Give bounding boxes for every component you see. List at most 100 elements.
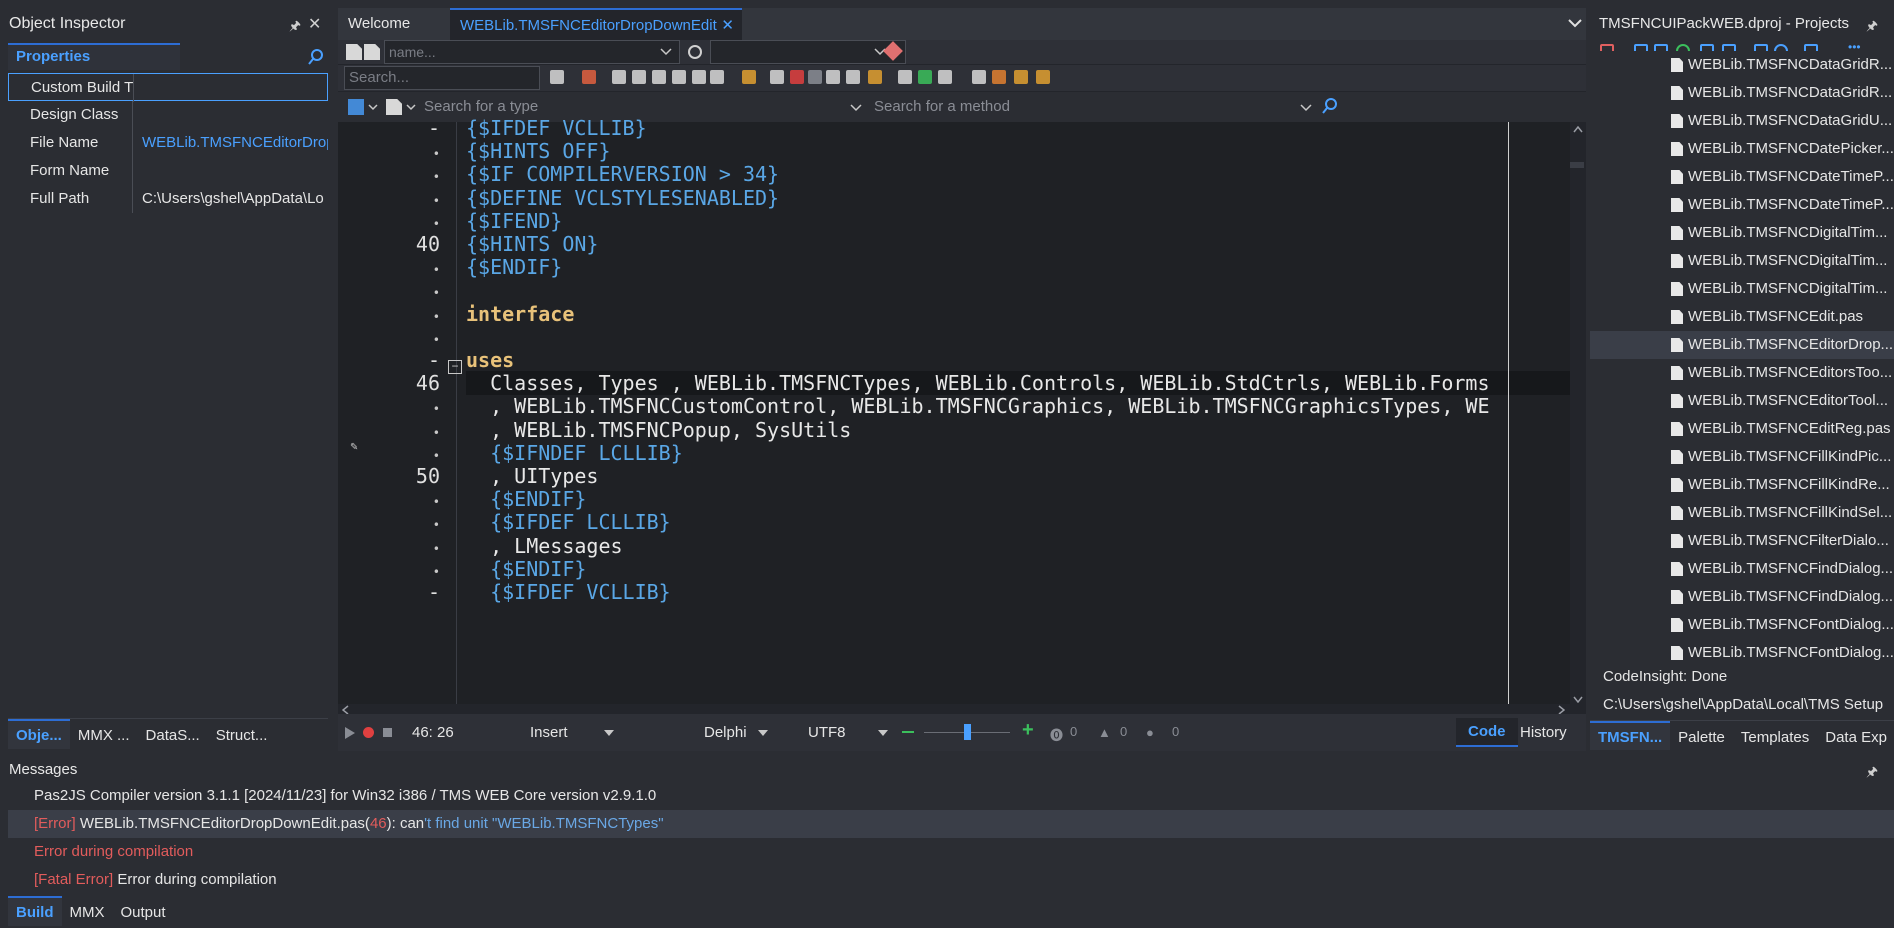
toolbar-button-icon[interactable] <box>652 70 666 84</box>
code-line[interactable]: , WEBLib.TMSFNCPopup, SysUtils <box>466 418 851 442</box>
bottom-tab[interactable]: Templates <box>1733 723 1817 750</box>
code-line[interactable]: {$HINTS ON} <box>466 232 598 256</box>
project-file-item[interactable]: WEBLib.TMSFNCFilterDialo... <box>1590 527 1894 555</box>
code-line[interactable]: {$IFEND} <box>466 209 562 233</box>
chevron-down-icon[interactable] <box>878 730 888 736</box>
project-file-item[interactable]: WEBLib.TMSFNCDateTimeP... <box>1590 191 1894 219</box>
zoom-slider-thumb[interactable] <box>964 724 971 740</box>
code-line[interactable]: {$ENDIF} <box>466 487 586 511</box>
message-line-error[interactable]: [Error] WEBLib.TMSFNCEditorDropDownEdit.… <box>8 810 1894 838</box>
project-file-item[interactable]: WEBLib.TMSFNCEditorsToo... <box>1590 359 1894 387</box>
toolbar-button-icon[interactable] <box>898 70 912 84</box>
toolbar-button-icon[interactable] <box>710 70 724 84</box>
property-row[interactable]: File Name WEBLib.TMSFNCEditorDrop <box>8 129 328 157</box>
toolbar-button-icon[interactable] <box>826 70 840 84</box>
chevron-down-icon[interactable] <box>368 104 378 111</box>
insert-mode[interactable]: Insert <box>530 724 568 741</box>
bottom-tab[interactable]: Data Exp <box>1817 723 1894 750</box>
bottom-tab[interactable]: DataS... <box>138 721 208 751</box>
property-row[interactable]: Custom Build T <box>8 73 328 102</box>
code-line[interactable]: interface <box>466 302 574 326</box>
toolbar-button-icon[interactable] <box>972 70 986 84</box>
toolbar-button-icon[interactable] <box>846 70 860 84</box>
property-row[interactable]: Form Name <box>8 157 328 185</box>
bottom-tab[interactable]: Palette <box>1670 723 1733 750</box>
tab-history[interactable]: History <box>1520 724 1567 741</box>
project-file-item[interactable]: WEBLib.TMSFNCDigitalTim... <box>1590 275 1894 303</box>
tab-welcome-page[interactable]: Welcome Page <box>338 8 450 64</box>
chevron-down-icon[interactable] <box>406 104 416 111</box>
project-file-item[interactable]: WEBLib.TMSFNCFontDialog... <box>1590 611 1894 639</box>
class-view-icon[interactable] <box>348 99 364 115</box>
toolbar-button-icon[interactable] <box>868 70 882 84</box>
toolbar-button-icon[interactable] <box>770 70 784 84</box>
code-line[interactable]: {$ENDIF} <box>466 557 586 581</box>
message-line-fatal[interactable]: [Fatal Error] Error during compilation <box>8 866 1894 894</box>
file-icon[interactable] <box>346 44 362 60</box>
bottom-tab[interactable]: Struct... <box>208 721 276 751</box>
code-line[interactable]: Classes, Types , WEBLib.TMSFNCTypes, WEB… <box>466 371 1572 396</box>
zoom-out-icon[interactable] <box>902 731 914 733</box>
toolbar-button-icon[interactable] <box>938 70 952 84</box>
code-line[interactable]: {$IFDEF LCLLIB} <box>466 510 671 534</box>
message-line[interactable]: Pas2JS Compiler version 3.1.1 [2024/11/2… <box>8 782 1894 810</box>
bottom-tab[interactable]: TMSFN... <box>1590 721 1671 750</box>
tab-properties[interactable]: Properties <box>8 43 180 70</box>
bottom-tab[interactable]: MMX ... <box>70 721 138 751</box>
project-file-item[interactable]: WEBLib.TMSFNCDatePicker... <box>1590 135 1894 163</box>
bookmark-icon[interactable]: ✎ <box>350 442 358 453</box>
horizontal-scrollbar[interactable] <box>338 704 1586 715</box>
chevron-down-icon[interactable] <box>1568 18 1582 28</box>
unit-icon[interactable] <box>386 99 402 115</box>
toolbar-button-icon[interactable] <box>1014 70 1028 84</box>
project-file-item[interactable]: WEBLib.TMSFNCDigitalTim... <box>1590 247 1894 275</box>
property-value[interactable]: WEBLib.TMSFNCEditorDrop <box>142 129 328 157</box>
language-selector[interactable]: Delphi <box>704 724 747 741</box>
toolbar-button-icon[interactable] <box>550 70 564 84</box>
project-file-item[interactable]: WEBLib.TMSFNCFontDialog... <box>1590 639 1894 660</box>
zoom-in-icon[interactable]: + <box>1022 719 1034 742</box>
chevron-down-icon[interactable] <box>660 48 672 56</box>
code-line[interactable]: {$ENDIF} <box>466 255 562 279</box>
project-file-item[interactable]: WEBLib.TMSFNCDataGridU... <box>1590 107 1894 135</box>
code-line[interactable]: , UITypes <box>466 464 598 488</box>
project-file-item[interactable]: WEBLib.TMSFNCDigitalTim... <box>1590 219 1894 247</box>
pin-icon[interactable]: 🖈 <box>289 17 301 39</box>
code-line[interactable]: {$DEFINE VCLSTYLESENABLED} <box>466 186 779 210</box>
project-file-item[interactable]: WEBLib.TMSFNCEditorDrop... <box>1590 331 1894 359</box>
toolbar-button-icon[interactable] <box>742 70 756 84</box>
project-file-item[interactable]: WEBLib.TMSFNCFillKindPic... <box>1590 443 1894 471</box>
chevron-down-icon[interactable] <box>1300 104 1312 112</box>
bottom-tab[interactable]: Obje... <box>8 719 70 749</box>
pin-icon[interactable]: 🖈 <box>1866 17 1878 39</box>
close-tab-icon[interactable]: ✕ <box>721 10 734 42</box>
bottom-tab[interactable]: Output <box>113 898 174 928</box>
project-file-item[interactable]: WEBLib.TMSFNCFindDialog... <box>1590 583 1894 611</box>
toolbar-button-icon[interactable] <box>612 70 626 84</box>
bottom-tab[interactable]: MMX <box>62 898 113 928</box>
file-icon[interactable] <box>364 44 380 60</box>
code-line[interactable]: , WEBLib.TMSFNCCustomControl, WEBLib.TMS… <box>466 394 1489 418</box>
message-line[interactable]: Error during compilation <box>8 838 1894 866</box>
toolbar-button-icon[interactable] <box>992 70 1006 84</box>
toolbar-button-icon[interactable] <box>808 70 822 84</box>
toolbar-button-icon[interactable] <box>582 70 596 84</box>
target-icon[interactable] <box>688 45 702 59</box>
toolbar-button-icon[interactable] <box>918 70 932 84</box>
close-icon[interactable]: ✕ <box>308 14 321 34</box>
code-line[interactable]: {$IFNDEF LCLLIB} <box>466 441 683 465</box>
project-file-item[interactable]: WEBLib.TMSFNCFillKindRe... <box>1590 471 1894 499</box>
chevron-down-icon[interactable] <box>850 104 862 112</box>
play-icon[interactable] <box>345 727 355 739</box>
project-file-item[interactable]: WEBLib.TMSFNCDataGridR... <box>1590 51 1894 79</box>
code-line[interactable]: , LMessages <box>466 534 622 558</box>
fold-icon[interactable]: − <box>448 360 462 374</box>
project-file-item[interactable]: WEBLib.TMSFNCEditReg.pas <box>1590 415 1894 443</box>
project-file-item[interactable]: WEBLib.TMSFNCEditorTool... <box>1590 387 1894 415</box>
toolbar-button-icon[interactable] <box>692 70 706 84</box>
property-value[interactable]: C:\Users\gshel\AppData\Lo <box>142 185 328 213</box>
property-search-input[interactable] <box>180 43 328 70</box>
project-file-item[interactable]: WEBLib.TMSFNCDataGridR... <box>1590 79 1894 107</box>
encoding-selector[interactable]: UTF8 <box>808 724 846 741</box>
scroll-down-icon[interactable] <box>1573 696 1583 703</box>
